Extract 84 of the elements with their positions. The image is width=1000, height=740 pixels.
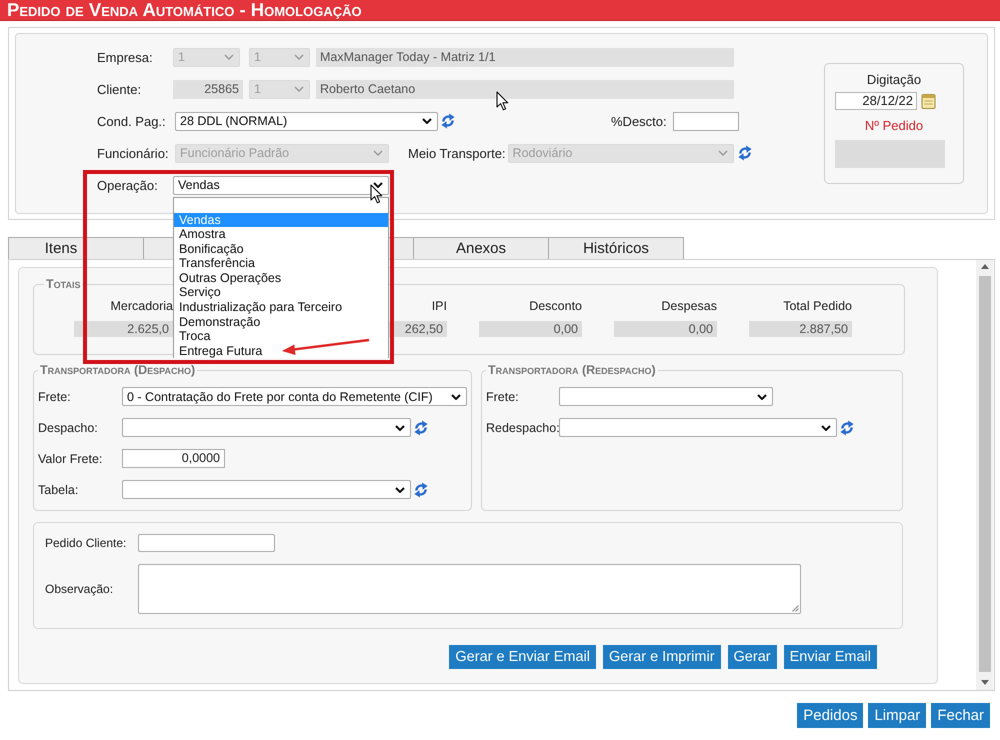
text-field[interactable]: 0,0000 bbox=[122, 449, 225, 468]
refresh-icon[interactable] bbox=[414, 482, 428, 498]
total-label: Despesas bbox=[660, 299, 717, 314]
field-label: Frete: bbox=[38, 390, 72, 404]
action-button[interactable]: Enviar Email bbox=[784, 645, 877, 669]
dropdown-option[interactable]: Demonstração bbox=[174, 314, 264, 330]
tab[interactable]: Históricos bbox=[548, 237, 684, 259]
total-label: IPI bbox=[430, 299, 447, 314]
date-field[interactable]: 28/12/22 bbox=[835, 92, 917, 110]
total-label: Total Pedido bbox=[782, 299, 852, 314]
select-field[interactable]: Vendas bbox=[173, 176, 389, 194]
field-label: Funcionário: bbox=[97, 146, 170, 160]
field-label: %Descto: bbox=[611, 114, 667, 128]
total-value-field: 0,00 bbox=[614, 321, 717, 337]
scroll-up-icon[interactable] bbox=[980, 264, 988, 269]
total-value-field: 0,00 bbox=[479, 321, 582, 337]
field-label: Tabela: bbox=[38, 482, 80, 496]
scroll-down-icon[interactable] bbox=[980, 680, 988, 685]
footer-button[interactable]: Limpar bbox=[868, 703, 926, 728]
select-field[interactable] bbox=[122, 418, 411, 437]
chevron-down-icon bbox=[821, 424, 831, 430]
section-title: Transportadora (Redespacho) bbox=[487, 363, 657, 377]
resize-grip-icon[interactable] bbox=[792, 605, 799, 612]
total-value-field: 2.625,0 bbox=[74, 321, 173, 337]
chevron-down-icon bbox=[757, 394, 767, 400]
select-field[interactable]: 0 - Contratação do Frete por conta do Remetente (CIF) bbox=[122, 387, 467, 406]
action-button[interactable]: Gerar e Imprimir bbox=[602, 645, 721, 669]
panel-title: Digitação bbox=[866, 72, 922, 88]
section-title: Transportadora (Despacho) bbox=[39, 363, 196, 377]
total-value-field: 2.887,50 bbox=[749, 321, 852, 337]
field-label: Empresa: bbox=[97, 50, 154, 64]
section-title: Totais bbox=[45, 277, 82, 291]
footer-button[interactable]: Fechar bbox=[931, 703, 990, 728]
action-button[interactable]: Gerar bbox=[728, 645, 777, 669]
chevron-down-icon bbox=[294, 54, 304, 60]
field-label: Operação: bbox=[97, 178, 159, 192]
chevron-down-icon bbox=[373, 182, 383, 188]
field-label: Cond. Pag.: bbox=[97, 114, 167, 128]
title-bar: Pedido de Venda Automático - Homologação bbox=[0, 0, 1000, 21]
field-label: Observação: bbox=[45, 582, 114, 596]
chevron-down-icon bbox=[718, 150, 728, 156]
refresh-icon[interactable] bbox=[414, 420, 428, 436]
dropdown-option[interactable]: Serviço bbox=[174, 285, 225, 300]
tab[interactable]: Anexos bbox=[413, 237, 549, 259]
scrollbar-thumb[interactable] bbox=[978, 276, 990, 672]
order-number-label: Nº Pedido bbox=[864, 118, 924, 134]
field-label: Pedido Cliente: bbox=[45, 536, 128, 550]
dropdown-option[interactable]: Bonificação bbox=[174, 242, 248, 256]
dropdown-option[interactable]: Troca bbox=[174, 329, 214, 344]
total-label: Desconto bbox=[528, 299, 582, 314]
text-field[interactable] bbox=[672, 112, 739, 130]
calendar-icon[interactable] bbox=[921, 93, 936, 109]
dropdown-option[interactable]: Transferência bbox=[174, 256, 259, 271]
dropdown-option[interactable]: Amostra bbox=[174, 227, 230, 242]
dropdown-option[interactable]: Industrialização para Terceiro bbox=[174, 300, 346, 315]
text-area[interactable] bbox=[138, 564, 801, 614]
tab[interactable]: Itens bbox=[8, 237, 144, 259]
field-label: Valor Frete: bbox=[38, 452, 104, 466]
action-button[interactable]: Gerar e Enviar Email bbox=[449, 645, 596, 669]
field-label: Cliente: bbox=[97, 82, 142, 96]
refresh-icon[interactable] bbox=[840, 420, 854, 436]
field-label: Despacho: bbox=[38, 420, 99, 434]
chevron-down-icon bbox=[395, 424, 405, 430]
chevron-down-icon bbox=[294, 86, 304, 92]
chevron-down-icon bbox=[395, 486, 405, 492]
chevron-down-icon bbox=[224, 54, 234, 60]
text-field[interactable] bbox=[138, 534, 275, 552]
select-field[interactable] bbox=[122, 480, 411, 499]
select-field[interactable] bbox=[559, 418, 837, 437]
field-label: Frete: bbox=[486, 390, 520, 404]
refresh-icon[interactable] bbox=[441, 113, 455, 129]
mouse-pointer-icon bbox=[496, 91, 509, 111]
scrollbar-track[interactable] bbox=[976, 260, 993, 690]
select-field[interactable]: 28 DDL (NORMAL) bbox=[175, 112, 438, 130]
dropdown-option[interactable]: Outras Operações bbox=[174, 270, 286, 286]
chevron-down-icon bbox=[422, 118, 432, 124]
footer-button[interactable]: Pedidos bbox=[797, 703, 864, 728]
chevron-down-icon bbox=[451, 394, 461, 400]
dropdown-option[interactable]: Entrega Futura bbox=[174, 344, 266, 358]
field-label: Redespacho: bbox=[486, 420, 559, 434]
chevron-down-icon bbox=[373, 150, 383, 156]
total-label: Mercadoria bbox=[109, 299, 173, 314]
field-label: Meio Transporte: bbox=[408, 146, 506, 160]
select-field[interactable] bbox=[559, 387, 773, 406]
